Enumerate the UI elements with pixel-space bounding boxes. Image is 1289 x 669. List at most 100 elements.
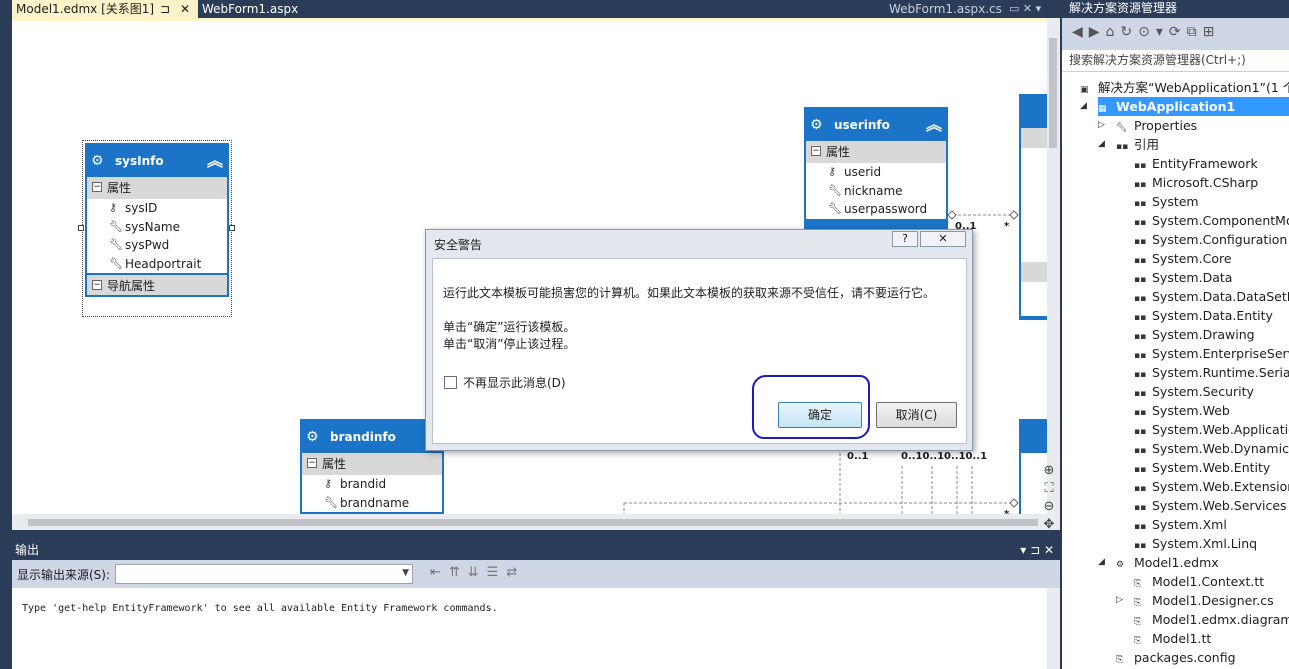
tree-item-label: Properties (1134, 118, 1198, 133)
output-source-label: 显示输出来源(S): (17, 568, 111, 582)
tree-item-reference[interactable]: ▪▪System.Data.DataSetExtensions (1134, 287, 1289, 306)
tree-item-file[interactable]: ⎘ Model1.edmx.diagram (1134, 610, 1289, 629)
document-tab-strip: Model1.edmx [关系图1] ⊐ ✕ WebForm1.aspx Web… (0, 0, 1060, 18)
zoom-in-icon[interactable]: ⊕ (1040, 462, 1058, 480)
close-icon[interactable]: ✕ (180, 0, 190, 18)
tree-item-label: packages.config (1134, 650, 1236, 665)
tree-item-reference[interactable]: ▪▪ System.Web.Extensions (1134, 477, 1289, 496)
tree-item-reference[interactable]: ▪▪ System.Web.Services (1134, 496, 1287, 515)
scrollbar-thumb[interactable] (1049, 38, 1057, 148)
tree-item-reference[interactable]: ▪▪ System.Xml.Linq (1134, 534, 1257, 553)
pin-icon[interactable]: ⊐ (160, 0, 170, 18)
references-icon: ▪▪ (1116, 142, 1129, 152)
tree-item-label: System.Runtime.Serialization (1152, 365, 1289, 380)
tab-model-edmx[interactable]: Model1.edmx [关系图1] ⊐ ✕ (12, 0, 198, 18)
designer-vertical-scrollbar[interactable] (1047, 18, 1060, 514)
left-edge (0, 0, 12, 669)
tree-item-label: Microsoft.CSharp (1152, 175, 1259, 190)
tab-overflow-icons[interactable]: ▭ ✕ ▾ (1005, 0, 1045, 18)
expand-arrow-icon[interactable]: ▷ (1098, 116, 1105, 135)
tree-item-reference[interactable]: ▪▪ System.Configuration (1134, 230, 1287, 249)
zoom-fit-icon[interactable]: ⛶ (1040, 480, 1058, 498)
output-toolbar-icons[interactable]: ⇤⇈⇊☰⇄ (430, 565, 525, 580)
tree-item-label: System.Drawing (1152, 327, 1255, 342)
tree-item-file[interactable]: ⎘ Model1.tt (1134, 629, 1211, 648)
edmx-icon: ⚙ (1116, 560, 1125, 570)
scrollbar-thumb[interactable] (28, 519, 1038, 526)
connector-diamond (947, 210, 957, 220)
tree-item-reference[interactable]: ▪▪System.Web.ApplicationServices (1134, 420, 1289, 439)
tree-item-label: System.Data (1152, 270, 1233, 285)
dialog-title: 安全警告 (434, 238, 483, 252)
tree-item-label: System.Web.Entity (1152, 460, 1271, 475)
tree-item-label: System.Web.Services (1152, 498, 1287, 513)
tree-item-reference[interactable]: ▪▪System.Web.DynamicData (1134, 439, 1289, 458)
pan-icon[interactable]: ✥ (1040, 516, 1058, 534)
tree-item-reference[interactable]: ▪▪ Microsoft.CSharp (1134, 173, 1258, 192)
tree-item-reference[interactable]: ▪▪ System.Web (1134, 401, 1230, 420)
tree-item-reference[interactable]: ▪▪ System.Core (1134, 249, 1232, 268)
tree-item-file[interactable]: ⎘ Model1.Context.tt (1134, 572, 1264, 591)
dialog-cancel-instruction: 单击“取消”停止该过程。 (443, 337, 576, 351)
output-title: 输出 (15, 543, 40, 557)
tree-item-packages-config[interactable]: ⎘ packages.config (1116, 648, 1236, 667)
chevron-down-icon[interactable]: ▼ (402, 568, 409, 578)
security-warning-dialog: 安全警告 ? ✕ 运行此文本模板可能损害您的计算机。如果此文本模板的获取来源不受… (425, 229, 973, 451)
cancel-button[interactable]: 取消(C) (876, 402, 957, 428)
tree-item-reference[interactable]: ▪▪ System.Security (1134, 382, 1254, 401)
tree-item-reference[interactable]: ▪▪ System.Data (1134, 268, 1232, 287)
tree-item-label: Model1.tt (1152, 631, 1212, 646)
tree-item-reference[interactable]: ▪▪System.Runtime.Serialization (1134, 363, 1289, 382)
output-source-select[interactable]: ▼ (115, 564, 413, 584)
expand-arrow-icon[interactable]: ◢ (1080, 97, 1087, 116)
tree-item-reference[interactable]: ▪▪ System.Drawing (1134, 325, 1255, 344)
output-panel-controls[interactable]: ▾ ⊐ ✕ (1020, 540, 1054, 560)
tab-model-edmx-label: Model1.edmx [关系图1] (16, 2, 155, 16)
expand-arrow-icon[interactable]: ◢ (1098, 553, 1105, 572)
dont-show-again-checkbox[interactable] (444, 376, 457, 389)
output-text: Type 'get-help EntityFramework' to see a… (12, 588, 1047, 669)
tree-item-solution[interactable]: ▣ 解决方案“WebApplication1”(1 个 (1080, 78, 1289, 97)
designer-horizontal-scrollbar[interactable] (12, 514, 1060, 530)
tree-item-label: System.Data.Entity (1152, 308, 1273, 323)
multiplicity-label: 0..1 (847, 451, 869, 462)
tree-item-reference[interactable]: ▪▪ System (1134, 192, 1199, 211)
tree-item-file[interactable]: ▷ ⎘ Model1.Designer.cs (1116, 591, 1274, 610)
zoom-out-icon[interactable]: ⊖ (1040, 498, 1058, 516)
tree-item-reference[interactable]: ▪▪ EntityFramework (1134, 154, 1258, 173)
tree-item-reference[interactable]: ▪▪ System.Web.Entity (1134, 458, 1270, 477)
zoom-toolbar: ⊕ ⛶ ⊖ ✥ (1040, 462, 1058, 534)
hand-drawn-annotation-circle (752, 375, 870, 439)
tree-item-label: System.Xml.Linq (1152, 536, 1258, 551)
tree-item-label: System (1152, 194, 1199, 209)
output-vertical-scrollbar[interactable] (1047, 588, 1060, 669)
expand-arrow-icon[interactable]: ▷ (1116, 591, 1123, 610)
dialog-close-button[interactable]: ✕ (920, 231, 966, 247)
tree-item-reference[interactable]: ▪▪System.EnterpriseServices (1134, 344, 1289, 363)
config-file-icon: ⎘ (1116, 655, 1124, 665)
tree-item-reference[interactable]: ▪▪ System.Xml (1134, 515, 1227, 534)
tree-item-edmx[interactable]: ◢ ⚙ Model1.edmx (1098, 553, 1219, 572)
connector-diamond (1009, 210, 1019, 220)
expand-arrow-icon[interactable]: ◢ (1098, 135, 1105, 154)
tree-item-reference[interactable]: ▪▪System.ComponentModel (1134, 211, 1289, 230)
tree-item-label: System.Web (1152, 403, 1230, 418)
tree-item-label: EntityFramework (1152, 156, 1258, 171)
help-button[interactable]: ? (892, 231, 918, 247)
tree-item-project[interactable]: ◢ ▦ WebApplication1 (1080, 97, 1289, 116)
tab-webform-aspx-cs[interactable]: WebForm1.aspx.cs (885, 0, 1006, 18)
tab-webform-aspx[interactable]: WebForm1.aspx (198, 0, 302, 18)
multiplicity-label: 0..10..10..10..1 (901, 451, 988, 462)
dialog-message: 运行此文本模板可能损害您的计算机。如果此文本模板的获取来源不受信任，请不要运行它… (443, 286, 936, 300)
tree-item-label: Model1.edmx (1134, 555, 1219, 570)
tree-item-label: 解决方案“WebApplication1”(1 个 (1098, 80, 1289, 95)
dont-show-again-label[interactable]: 不再显示此消息(D) (463, 374, 566, 391)
multiplicity-label: * (1004, 221, 1010, 232)
tree-item-properties[interactable]: ▷ 🔧︎ Properties (1098, 116, 1198, 135)
solution-explorer-toolbar[interactable]: ◀▶⌂↻⊙▾⟳⧉⊞ (1062, 18, 1289, 50)
tree-item-reference[interactable]: ▪▪ System.Data.Entity (1134, 306, 1273, 325)
tree-item-label: System.Xml (1152, 517, 1227, 532)
output-toolbar: 显示输出来源(S): ▼ ⇤⇈⇊☰⇄ (12, 560, 1060, 588)
tree-item-references[interactable]: ◢ ▪▪ 引用 (1098, 135, 1159, 154)
solution-explorer-search[interactable]: 搜索解决方案资源管理器(Ctrl+;) (1062, 50, 1289, 72)
